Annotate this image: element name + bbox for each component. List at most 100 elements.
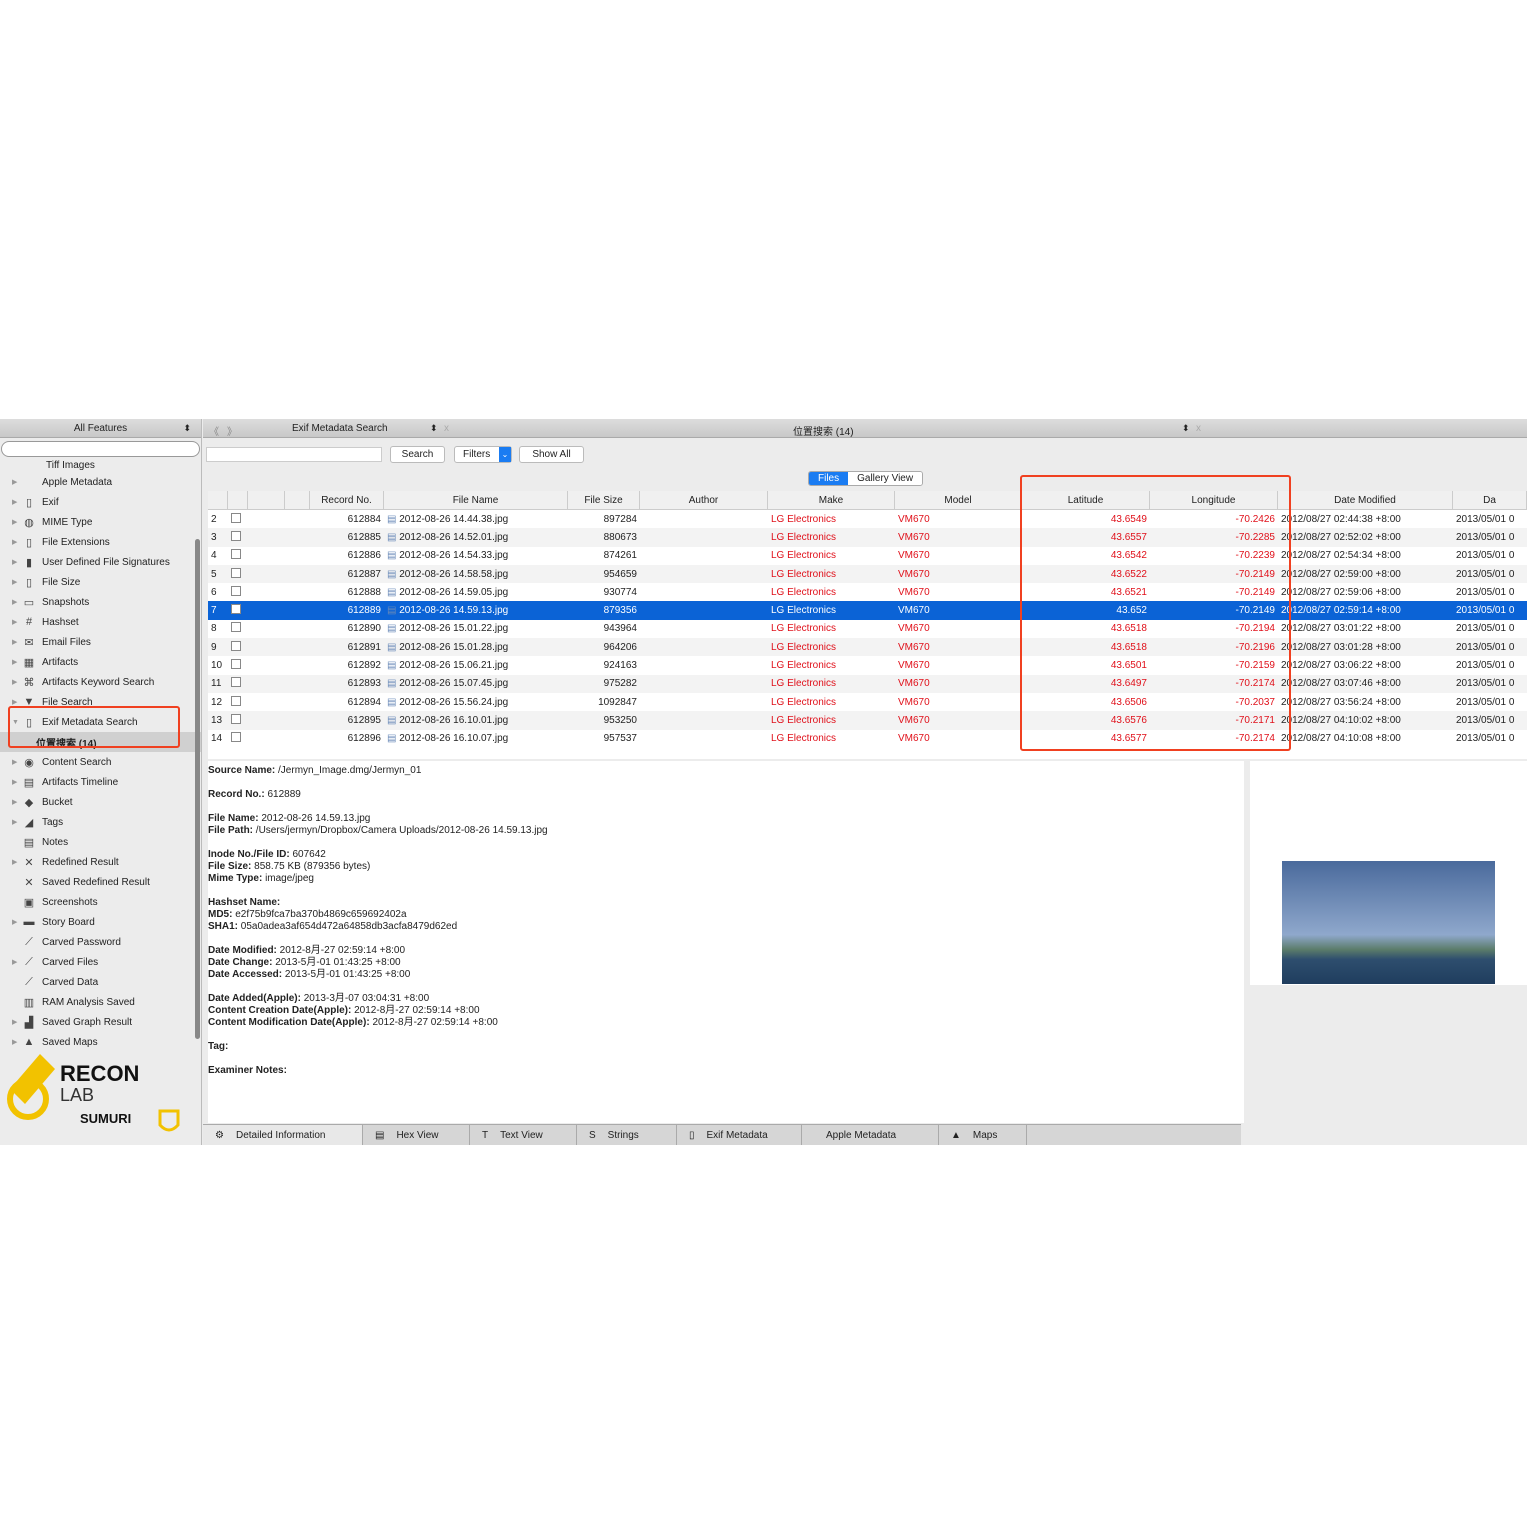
disclosure-triangle-icon[interactable]: ▶: [12, 818, 22, 826]
table-row[interactable]: 13 612895 ▤ 2012-08-26 16.10.01.jpg 953250 L…: [208, 711, 1527, 730]
bottom-tab-exif-metadata[interactable]: ▯ Exif Metadata: [677, 1125, 802, 1145]
sidebar-item-user-defined-file-signatures[interactable]: ▶ ▮ User Defined File Signatures: [0, 552, 201, 572]
column-header[interactable]: Da: [1453, 491, 1527, 509]
table-row[interactable]: 2 612884 ▤ 2012-08-26 14.44.38.jpg 897284 LG…: [208, 510, 1527, 528]
row-checkbox[interactable]: [231, 732, 241, 743]
sidebar-item-carved-password[interactable]: ⟋ Carved Password: [0, 932, 201, 952]
row-checkbox[interactable]: [231, 604, 241, 615]
table-row[interactable]: 6 612888 ▤ 2012-08-26 14.59.05.jpg 930774 LG…: [208, 583, 1527, 601]
table-row[interactable]: 12 612894 ▤ 2012-08-26 15.56.24.jpg 1092847…: [208, 693, 1527, 711]
close-tab-icon[interactable]: x: [444, 423, 449, 434]
table-row[interactable]: 8 612890 ▤ 2012-08-26 15.01.22.jpg 943964 LG…: [208, 620, 1527, 638]
sidebar-item-artifacts-keyword-search[interactable]: ▶ ⌘ Artifacts Keyword Search: [0, 672, 201, 692]
sidebar-item-ram-analysis-saved[interactable]: ▥ RAM Analysis Saved: [0, 992, 201, 1012]
column-header[interactable]: Record No.: [310, 491, 384, 509]
table-row[interactable]: 7 612889 ▤ 2012-08-26 14.59.13.jpg 879356 LG…: [208, 601, 1527, 620]
sidebar-item-partial[interactable]: Tiff Images: [0, 460, 201, 472]
sidebar-item-tags[interactable]: ▶ ◢ Tags: [0, 812, 201, 832]
disclosure-triangle-icon[interactable]: ▶: [12, 578, 22, 586]
column-header[interactable]: Author: [640, 491, 768, 509]
table-row[interactable]: 10 612892 ▤ 2012-08-26 15.06.21.jpg 924163 L…: [208, 656, 1527, 674]
disclosure-triangle-icon[interactable]: ▶: [12, 538, 22, 546]
disclosure-triangle-icon[interactable]: ▶: [12, 958, 22, 966]
bottom-tab-maps[interactable]: ▲ Maps: [939, 1125, 1027, 1145]
column-header[interactable]: Model: [895, 491, 1022, 509]
row-checkbox[interactable]: [231, 713, 241, 724]
disclosure-triangle-icon[interactable]: ▶: [12, 1038, 22, 1046]
bottom-tab-detailed-information[interactable]: ⚙ Detailed Information: [203, 1125, 363, 1145]
bottom-tab-hex-view[interactable]: ▤ Hex View: [363, 1125, 470, 1145]
disclosure-triangle-icon[interactable]: ▶: [12, 658, 22, 666]
column-header[interactable]: Make: [768, 491, 895, 509]
column-header[interactable]: [248, 491, 285, 509]
show-all-button[interactable]: Show All: [519, 446, 584, 463]
sidebar-item-apple-metadata[interactable]: ▶ Apple Metadata: [0, 472, 201, 492]
updown-icon[interactable]: ⬍: [430, 423, 438, 434]
table-row[interactable]: 9 612891 ▤ 2012-08-26 15.01.28.jpg 964206 LG…: [208, 638, 1527, 657]
row-checkbox[interactable]: [231, 622, 241, 633]
sidebar-item-file-extensions[interactable]: ▶ ▯ File Extensions: [0, 532, 201, 552]
disclosure-triangle-icon[interactable]: ▶: [12, 598, 22, 606]
column-header[interactable]: File Size: [568, 491, 640, 509]
row-checkbox[interactable]: [231, 530, 241, 541]
tab-location-search[interactable]: 位置搜索 (14): [793, 423, 854, 438]
table-row[interactable]: 5 612887 ▤ 2012-08-26 14.58.58.jpg 954659 LG…: [208, 564, 1527, 584]
row-checkbox[interactable]: [231, 567, 241, 578]
disclosure-triangle-icon[interactable]: ▶: [12, 498, 22, 506]
sidebar-search-input[interactable]: [1, 441, 200, 457]
sidebar-item-email-files[interactable]: ▶ ✉ Email Files: [0, 632, 201, 652]
sidebar-item-content-search[interactable]: ▶ ◉ Content Search: [0, 752, 201, 772]
row-checkbox[interactable]: [231, 585, 241, 596]
disclosure-triangle-icon[interactable]: ▶: [12, 638, 22, 646]
sidebar-item-exif[interactable]: ▶ ▯ Exif: [0, 492, 201, 512]
tab-exif-metadata-search[interactable]: Exif Metadata Search: [292, 423, 388, 434]
close-tab-icon[interactable]: x: [1196, 423, 1201, 434]
table-row[interactable]: 3 612885 ▤ 2012-08-26 14.52.01.jpg 880673 LG…: [208, 528, 1527, 547]
bottom-tab-apple-metadata[interactable]: Apple Metadata: [802, 1125, 939, 1145]
sidebar-item-screenshots[interactable]: ▣ Screenshots: [0, 892, 201, 912]
sidebar-item-mime-type[interactable]: ▶ ◍ MIME Type: [0, 512, 201, 532]
disclosure-triangle-icon[interactable]: ▶: [12, 778, 22, 786]
disclosure-triangle-icon[interactable]: ▶: [12, 518, 22, 526]
sidebar-item-artifacts-timeline[interactable]: ▶ ▤ Artifacts Timeline: [0, 772, 201, 792]
sidebar-item-hashset[interactable]: ▶ # Hashset: [0, 612, 201, 632]
row-checkbox[interactable]: [231, 659, 241, 670]
sidebar-item-redefined-result[interactable]: ▶ ✕ Redefined Result: [0, 852, 201, 872]
search-button[interactable]: Search: [390, 446, 445, 463]
disclosure-triangle-icon[interactable]: ▶: [12, 798, 22, 806]
bookmark-icon[interactable]: [228, 491, 248, 509]
files-view-button[interactable]: Files: [809, 472, 849, 485]
column-header[interactable]: [208, 491, 228, 509]
sidebar-item-saved-redefined-result[interactable]: ✕ Saved Redefined Result: [0, 872, 201, 892]
bottom-tab-strings[interactable]: S Strings: [577, 1125, 677, 1145]
gallery-view-button[interactable]: Gallery View: [848, 472, 923, 485]
column-header[interactable]: Date Modified: [1278, 491, 1453, 509]
disclosure-triangle-icon[interactable]: ▶: [12, 478, 22, 486]
disclosure-triangle-icon[interactable]: ▶: [12, 758, 22, 766]
sidebar-item-artifacts[interactable]: ▶ ▦ Artifacts: [0, 652, 201, 672]
disclosure-triangle-icon[interactable]: ▶: [12, 678, 22, 686]
disclosure-triangle-icon[interactable]: ▶: [12, 618, 22, 626]
sidebar-item-bucket[interactable]: ▶ ◆ Bucket: [0, 792, 201, 812]
forward-icon[interactable]: 》: [227, 423, 237, 438]
bottom-tab-text-view[interactable]: T Text View: [470, 1125, 577, 1145]
column-header[interactable]: File Name: [384, 491, 568, 509]
table-row[interactable]: 4 612886 ▤ 2012-08-26 14.54.33.jpg 874261 LG…: [208, 547, 1527, 565]
search-input[interactable]: [206, 447, 382, 462]
filters-dropdown[interactable]: Filters ⌄: [454, 446, 512, 463]
back-icon[interactable]: 《: [209, 423, 219, 438]
sidebar-item-notes[interactable]: ▤ Notes: [0, 832, 201, 852]
row-checkbox[interactable]: [231, 512, 241, 523]
row-checkbox[interactable]: [231, 695, 241, 706]
sidebar-scrollbar[interactable]: [195, 539, 200, 1039]
disclosure-triangle-icon[interactable]: ▶: [12, 918, 22, 926]
row-checkbox[interactable]: [231, 640, 241, 651]
disclosure-triangle-icon[interactable]: ▶: [12, 698, 22, 706]
sidebar-item-snapshots[interactable]: ▶ ▭ Snapshots: [0, 592, 201, 612]
updown-icon[interactable]: ⬍: [1182, 423, 1190, 434]
disclosure-triangle-icon[interactable]: ▶: [12, 858, 22, 866]
row-checkbox[interactable]: [231, 549, 241, 560]
table-row[interactable]: 11 612893 ▤ 2012-08-26 15.07.45.jpg 975282 L…: [208, 674, 1527, 693]
row-checkbox[interactable]: [231, 677, 241, 688]
feature-selector[interactable]: All Features ⬍: [0, 419, 201, 438]
